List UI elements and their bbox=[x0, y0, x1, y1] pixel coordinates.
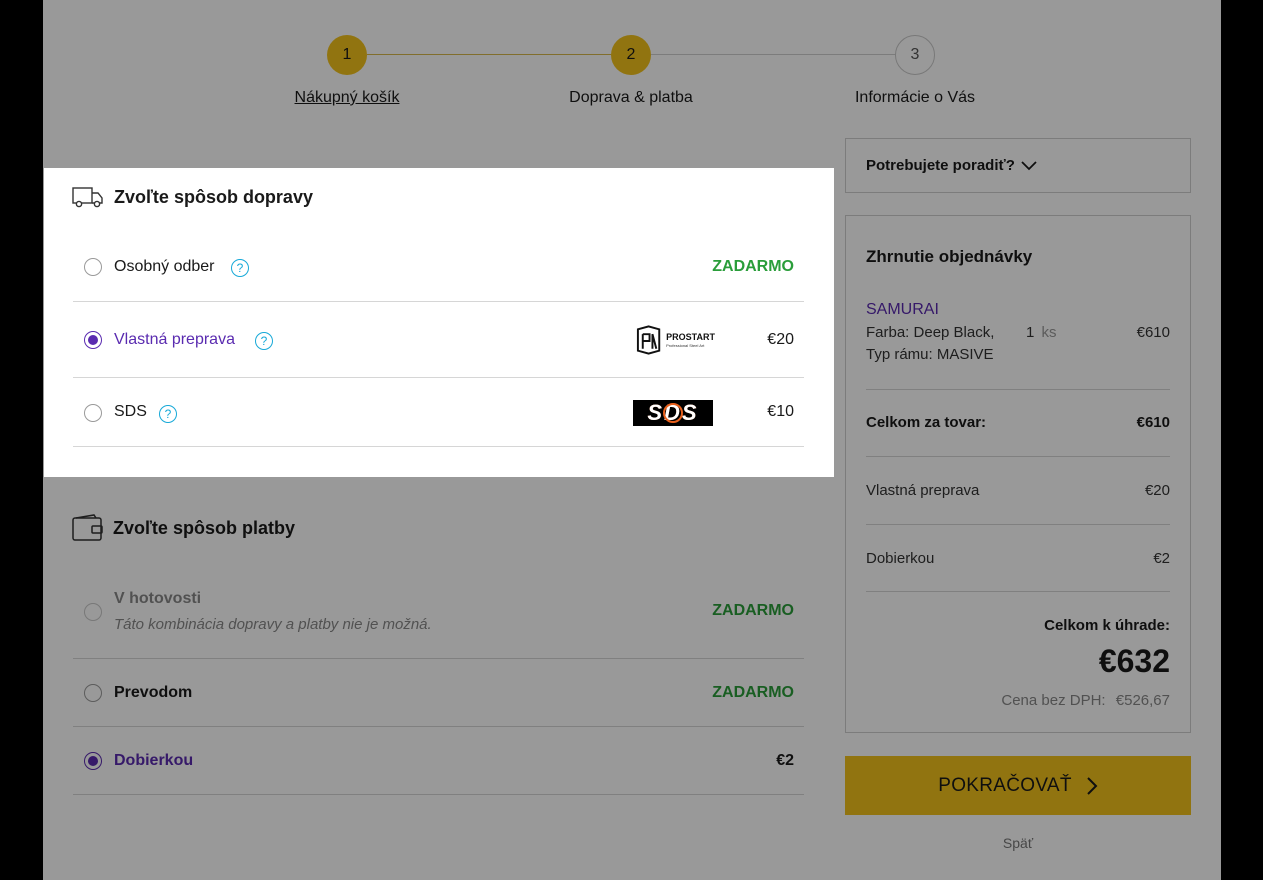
prostart-logo-subtext: Professional Steel Art bbox=[666, 342, 705, 348]
goods-total-row: Celkom za tovar: €610 bbox=[866, 414, 1170, 431]
payment-option-transfer[interactable]: Prevodom ZADARMO bbox=[73, 659, 804, 727]
summary-divider bbox=[866, 591, 1170, 592]
chevron-right-icon bbox=[1087, 776, 1098, 795]
product-attr-frame: Typ rámu: MASIVE bbox=[866, 346, 994, 363]
truck-icon bbox=[72, 187, 103, 208]
summary-divider bbox=[866, 389, 1170, 390]
payment-cash-price: ZADARMO bbox=[712, 602, 794, 619]
payment-transfer-label[interactable]: Prevodom bbox=[114, 684, 192, 702]
continue-button[interactable]: POKRAČOVAŤ bbox=[845, 756, 1191, 815]
prostart-logo-text: PROSTART bbox=[666, 331, 715, 342]
shipping-pickup-radio[interactable] bbox=[84, 258, 102, 276]
payment-cash-label: V hotovosti bbox=[114, 590, 202, 607]
shipping-sds-radio[interactable] bbox=[84, 404, 102, 422]
step-1-link[interactable]: Nákupný košík bbox=[295, 89, 400, 107]
payment-cost-row: Dobierkou €2 bbox=[866, 550, 1170, 567]
product-qty: 1 bbox=[1026, 324, 1035, 341]
goods-total-label: Celkom za tovar: bbox=[866, 414, 987, 431]
payment-cash-radio bbox=[84, 603, 102, 621]
advice-label: Potrebujete poradiť? bbox=[866, 157, 1015, 174]
payment-cost-label: Dobierkou bbox=[866, 550, 935, 567]
net-price-label: Cena bez DPH: bbox=[1001, 692, 1106, 709]
product-price: €610 bbox=[1136, 324, 1170, 341]
payment-option-cod[interactable]: Dobierkou €2 bbox=[73, 727, 804, 795]
shipping-own-label[interactable]: Vlastná preprava bbox=[114, 331, 235, 349]
help-icon[interactable]: ? bbox=[231, 259, 249, 277]
payment-title-text: Zvoľte spôsob platby bbox=[113, 517, 295, 538]
payment-cash-note: Táto kombinácia dopravy a platby nie je … bbox=[114, 616, 432, 633]
shipping-section: Zvoľte spôsob dopravy Osobný odber ? ZAD… bbox=[44, 168, 834, 477]
payment-cod-radio[interactable] bbox=[84, 752, 102, 770]
step-3-label: Informácie o Vás bbox=[854, 89, 976, 106]
back-link[interactable]: Späť bbox=[845, 835, 1191, 851]
wallet-icon bbox=[72, 514, 103, 541]
summary-divider bbox=[866, 524, 1170, 525]
net-price-value: €526,67 bbox=[1115, 692, 1170, 709]
shipping-sds-price: €10 bbox=[767, 403, 794, 420]
step-2-circle: 2 bbox=[611, 35, 651, 75]
payment-transfer-radio[interactable] bbox=[84, 684, 102, 702]
shipping-section-title: Zvoľte spôsob dopravy bbox=[72, 185, 313, 209]
shipping-title-text: Zvoľte spôsob dopravy bbox=[114, 186, 313, 207]
advice-dropdown[interactable]: Potrebujete poradiť? bbox=[845, 138, 1191, 193]
product-name-link[interactable]: SAMURAI bbox=[866, 301, 939, 319]
shipping-option-sds[interactable]: SDS ? SDS €10 bbox=[73, 378, 804, 447]
shipping-sds-label[interactable]: SDS bbox=[114, 403, 147, 421]
order-summary: Zhrnutie objednávky SAMURAI Farba: Deep … bbox=[845, 215, 1191, 733]
sds-logo: SDS bbox=[633, 400, 713, 426]
step-3-circle: 3 bbox=[895, 35, 935, 75]
goods-total-value: €610 bbox=[1136, 414, 1170, 431]
help-icon[interactable]: ? bbox=[255, 332, 273, 350]
payment-transfer-price: ZADARMO bbox=[712, 684, 794, 701]
payment-cost-value: €2 bbox=[1153, 550, 1170, 567]
summary-title: Zhrnutie objednávky bbox=[866, 247, 1033, 266]
shipping-cost-row: Vlastná preprava €20 bbox=[866, 482, 1170, 499]
step-2-label: Doprava & platba bbox=[569, 89, 693, 106]
stepper-line-done bbox=[367, 54, 632, 55]
payment-cod-label[interactable]: Dobierkou bbox=[114, 752, 193, 770]
summary-divider bbox=[866, 456, 1170, 457]
prostart-logo-mark bbox=[636, 325, 661, 355]
payment-section-title: Zvoľte spôsob platby bbox=[72, 514, 295, 542]
checkout-page: 1 2 3 Nákupný košík Doprava & platba Inf… bbox=[43, 0, 1221, 880]
product-qty-unit: ks bbox=[1041, 324, 1057, 341]
grand-total-value: €632 bbox=[1098, 643, 1170, 679]
shipping-pickup-price: ZADARMO bbox=[712, 258, 794, 275]
step-1-circle[interactable]: 1 bbox=[327, 35, 367, 75]
shipping-cost-label: Vlastná preprava bbox=[866, 482, 980, 499]
stepper-line-pending bbox=[651, 54, 916, 55]
product-attr-color: Farba: Deep Black, bbox=[866, 324, 995, 341]
payment-cod-price: €2 bbox=[776, 752, 794, 769]
shipping-own-price: €20 bbox=[767, 331, 794, 348]
shipping-own-radio[interactable] bbox=[84, 331, 102, 349]
payment-option-cash: V hotovosti Táto kombinácia dopravy a pl… bbox=[73, 573, 804, 659]
continue-label: POKRAČOVAŤ bbox=[938, 774, 1072, 796]
chevron-down-icon bbox=[1021, 160, 1037, 170]
shipping-cost-value: €20 bbox=[1144, 482, 1170, 499]
shipping-option-pickup[interactable]: Osobný odber ? ZADARMO bbox=[73, 230, 804, 302]
shipping-pickup-label[interactable]: Osobný odber bbox=[114, 258, 215, 276]
prostart-logo: PROSTART Professional Steel Art bbox=[635, 324, 715, 356]
help-icon[interactable]: ? bbox=[159, 405, 177, 423]
shipping-option-own[interactable]: Vlastná preprava ? PROSTART Professional… bbox=[73, 302, 804, 378]
grand-total-label: Celkom k úhrade: bbox=[1044, 617, 1170, 634]
